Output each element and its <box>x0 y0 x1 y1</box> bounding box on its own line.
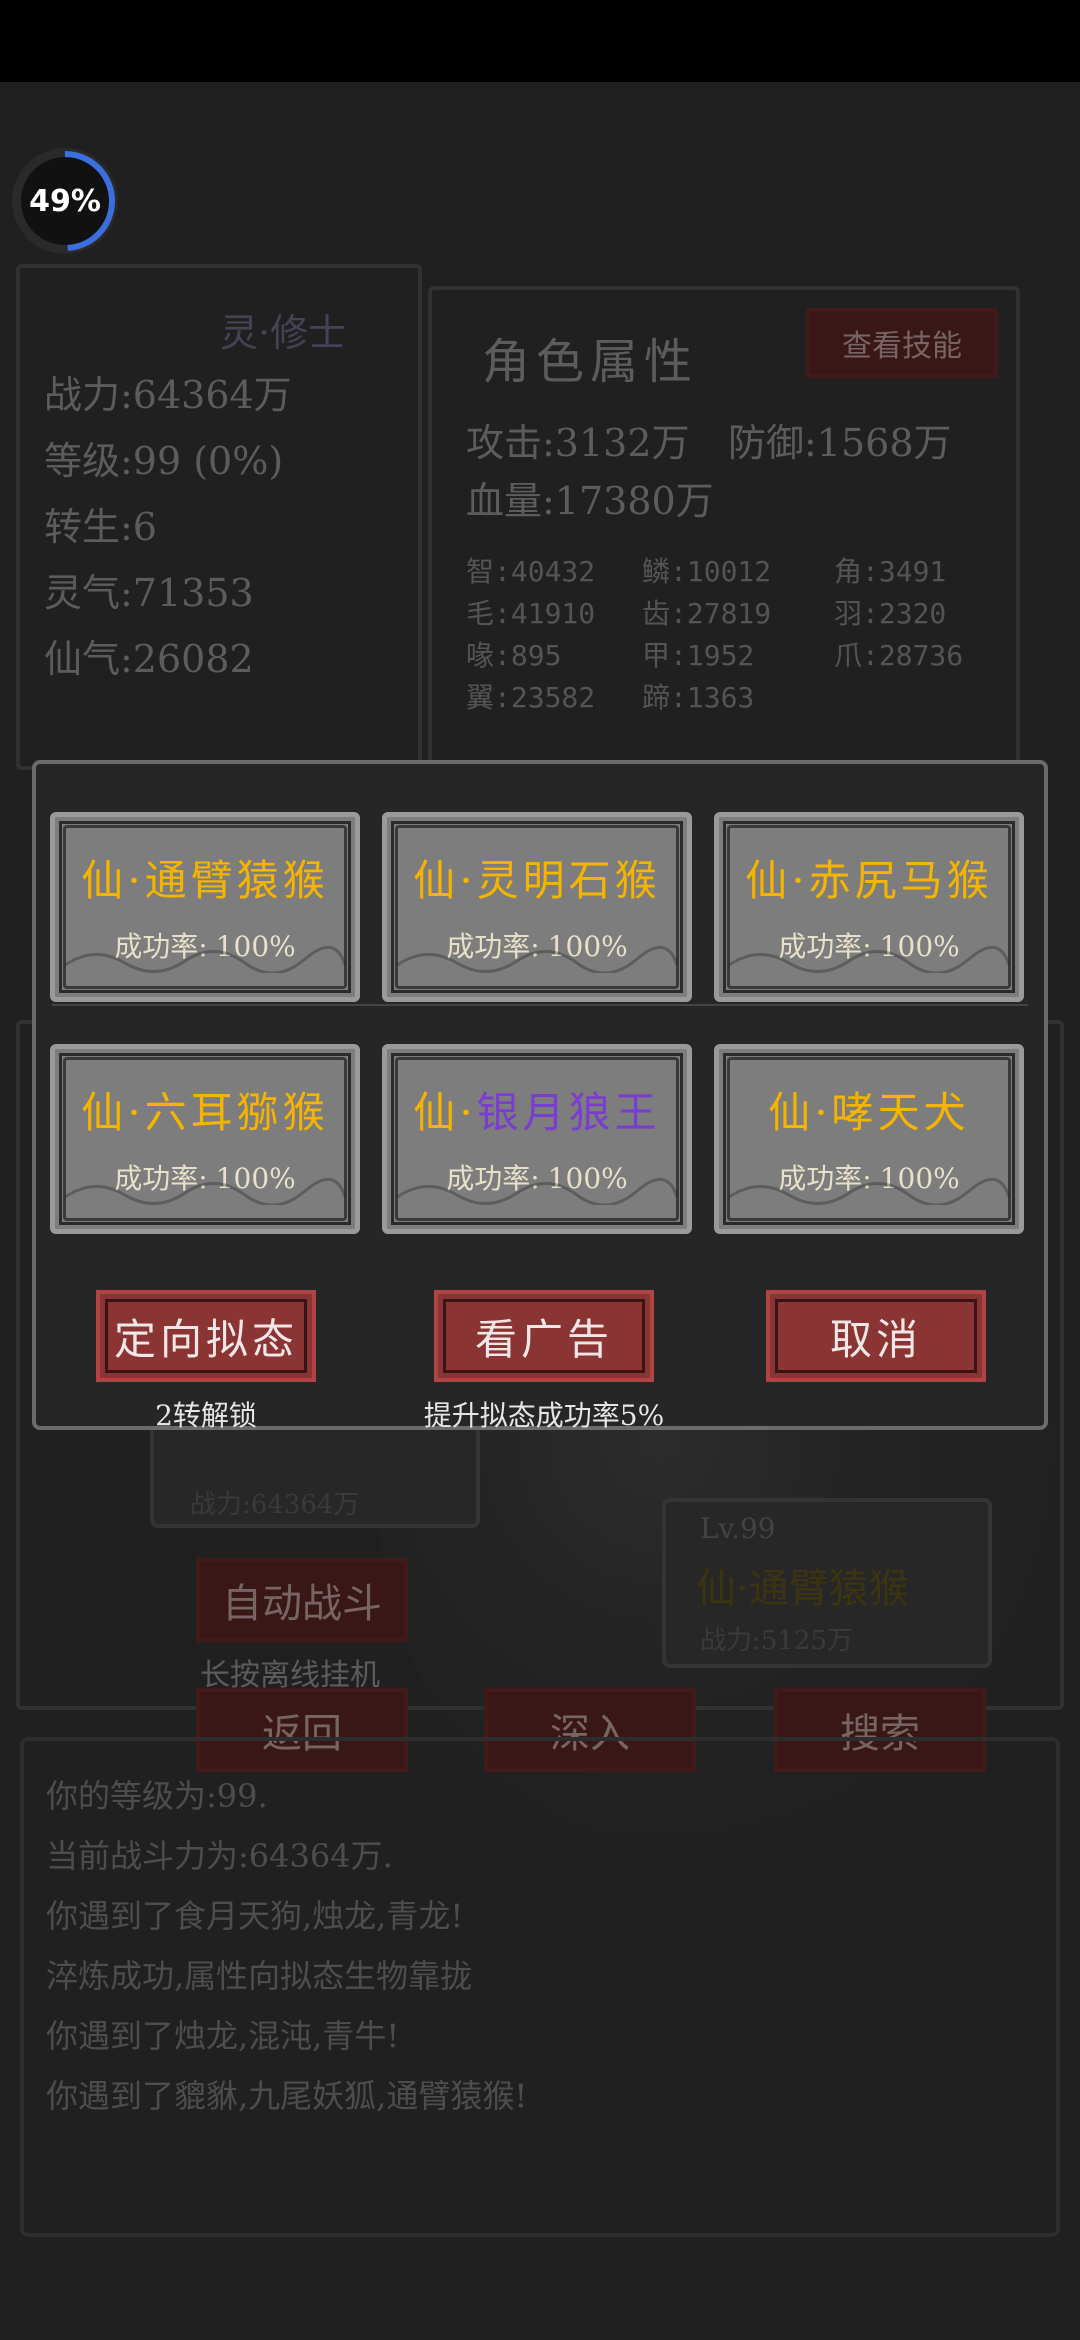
directed-mimicry-button[interactable]: 定向拟态 <box>96 1290 316 1382</box>
creature-card[interactable]: 仙·六耳猕猴 成功率: 100% <box>50 1044 360 1234</box>
creature-title: 银月狼王 <box>476 1088 661 1137</box>
creature-separator: · <box>127 856 145 905</box>
creature-separator: · <box>459 856 477 905</box>
creature-card[interactable]: 仙·银月狼王 成功率: 100% <box>382 1044 692 1234</box>
creature-separator: · <box>814 1088 832 1137</box>
cloud-ornament <box>387 945 687 975</box>
creature-card[interactable]: 仙·哮天犬 成功率: 100% <box>714 1044 1024 1234</box>
creature-title: 通臂猿猴 <box>144 856 329 905</box>
creature-title: 赤尻马猴 <box>808 856 993 905</box>
mimicry-modal: 仙·通臂猿猴 成功率: 100% 仙·灵明石猴 成功率: 100% 仙·赤尻马猴 成功率: 10… <box>32 760 1048 1432</box>
creature-title: 灵明石猴 <box>476 856 661 905</box>
creature-separator: · <box>791 856 809 905</box>
modal-divider <box>52 1004 1028 1006</box>
creature-separator: · <box>459 1088 477 1137</box>
cloud-ornament <box>719 1177 1019 1207</box>
cancel-button[interactable]: 取消 <box>766 1290 986 1382</box>
directed-mimicry-caption: 2转解锁 <box>155 1399 257 1432</box>
creature-prefix: 仙 <box>413 1088 460 1137</box>
creature-prefix: 仙 <box>745 856 792 905</box>
progress-value: 49% <box>29 183 101 219</box>
creature-prefix: 仙 <box>768 1088 815 1137</box>
cloud-ornament <box>387 1177 687 1207</box>
creature-separator: · <box>127 1088 145 1137</box>
creature-title: 六耳猕猴 <box>144 1088 329 1137</box>
creature-title: 哮天犬 <box>831 1088 970 1137</box>
creature-name: 仙·通臂猿猴 <box>55 847 355 908</box>
creature-prefix: 仙 <box>81 1088 128 1137</box>
creature-card[interactable]: 仙·通臂猿猴 成功率: 100% <box>50 812 360 1002</box>
creature-card[interactable]: 仙·灵明石猴 成功率: 100% <box>382 812 692 1002</box>
creature-card[interactable]: 仙·赤尻马猴 成功率: 100% <box>714 812 1024 1002</box>
watch-ad-button[interactable]: 看广告 <box>434 1290 654 1382</box>
cloud-ornament <box>719 945 1019 975</box>
creature-name: 仙·银月狼王 <box>387 1079 687 1140</box>
watch-ad-caption: 提升拟态成功率5% <box>423 1399 665 1432</box>
creature-name: 仙·灵明石猴 <box>387 847 687 908</box>
creature-name: 仙·六耳猕猴 <box>55 1079 355 1140</box>
creature-prefix: 仙 <box>81 856 128 905</box>
creature-prefix: 仙 <box>413 856 460 905</box>
creature-name: 仙·赤尻马猴 <box>719 847 1019 908</box>
cloud-ornament <box>55 945 355 975</box>
status-bar <box>0 0 1080 82</box>
cloud-ornament <box>55 1177 355 1207</box>
creature-name: 仙·哮天犬 <box>719 1079 1019 1140</box>
game-screen: 灵·修士 战力:64364万 等级:99 (0%) 转生:6 灵气:71353 … <box>0 82 1080 2340</box>
progress-ring: 49% <box>12 148 118 254</box>
